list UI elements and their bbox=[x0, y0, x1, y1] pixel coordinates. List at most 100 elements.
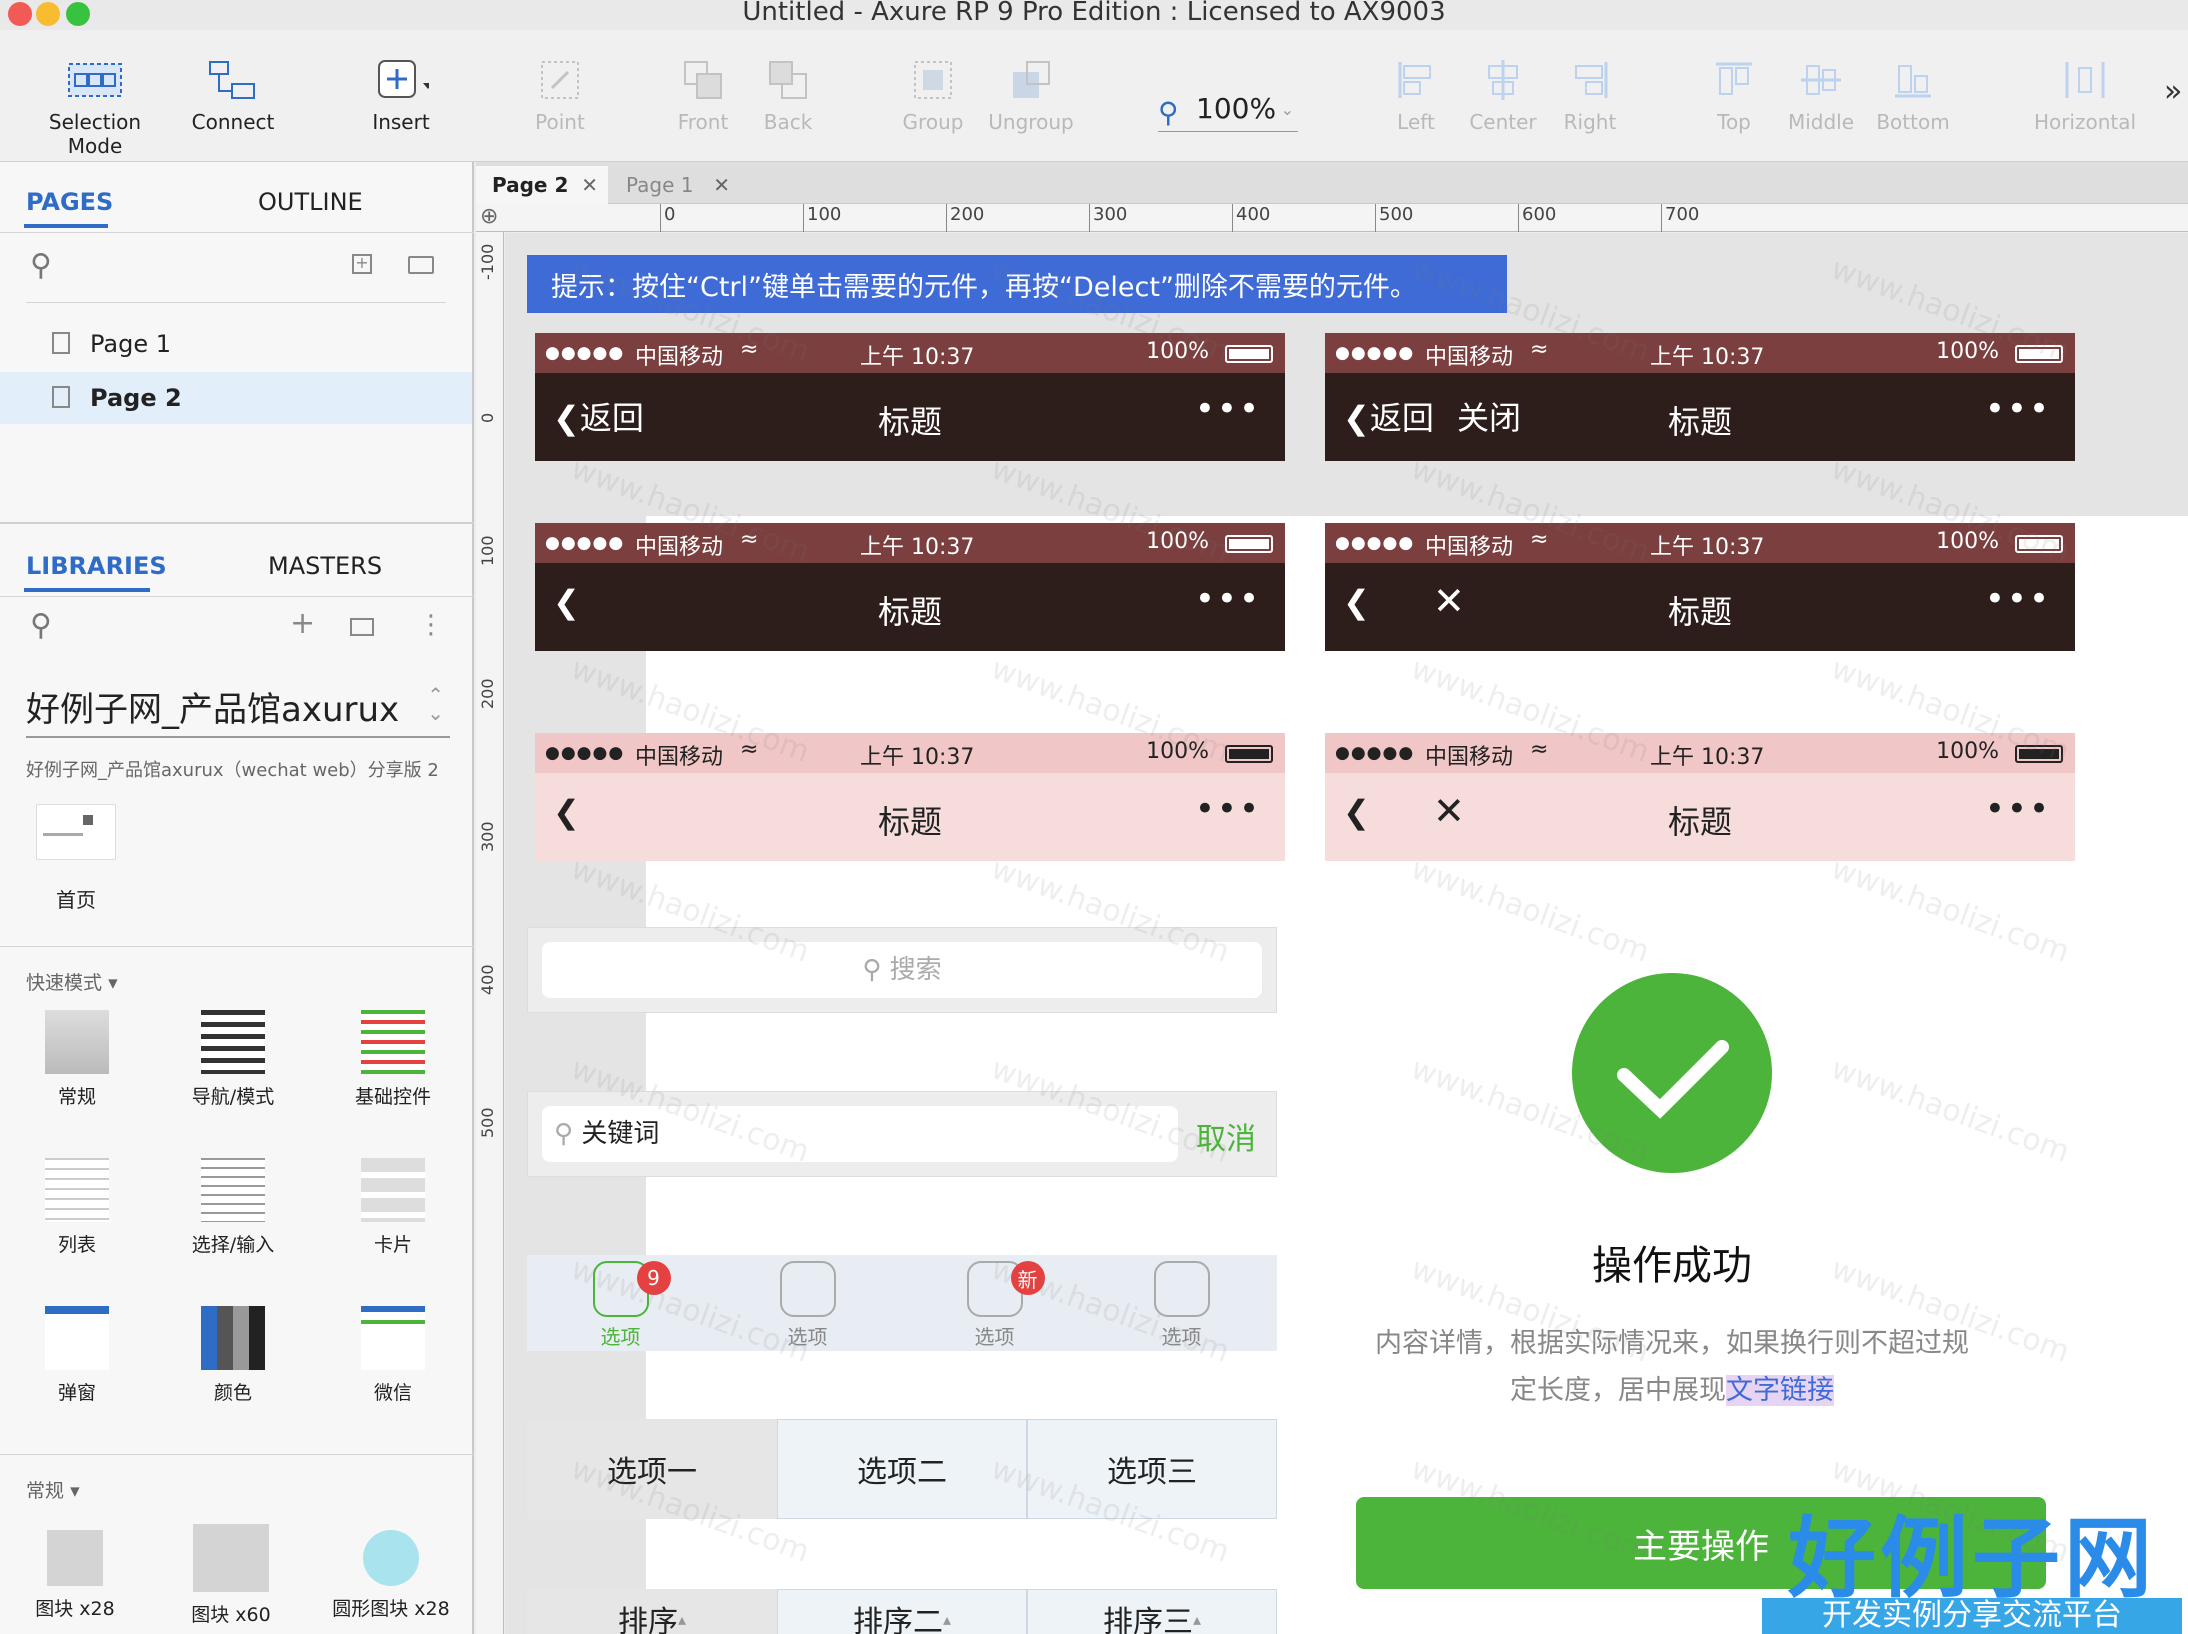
more-icon[interactable]: ••• bbox=[1195, 389, 1261, 429]
tab-outline[interactable]: OUTLINE bbox=[258, 188, 363, 216]
selection-mode-button[interactable]: Selection Mode bbox=[20, 56, 170, 158]
page-item-page-2[interactable]: Page 2 bbox=[0, 372, 472, 424]
lib-item-circle-28[interactable]: 圆形图块 x28 bbox=[316, 1530, 466, 1621]
point-button[interactable]: Point bbox=[485, 56, 635, 134]
status-bar: ●●●●● 中国移动 ≈ 上午 10:37 100% bbox=[535, 733, 1285, 773]
search-bar-placeholder[interactable]: ⚲ 搜索 bbox=[527, 927, 1277, 1013]
lib-item-card[interactable]: 卡片 bbox=[318, 1158, 468, 1257]
page-label: Page 1 bbox=[90, 330, 171, 358]
more-icon[interactable]: ••• bbox=[1195, 579, 1261, 619]
add-folder-icon[interactable] bbox=[408, 256, 434, 274]
navbar-light-chevron-more[interactable]: ●●●●● 中国移动 ≈ 上午 10:37 100% ❮ 标题 ••• bbox=[535, 733, 1285, 861]
primary-action-label: 主要操作 bbox=[1633, 1526, 1769, 1567]
search-input[interactable]: ⚲ 关键词 bbox=[542, 1106, 1178, 1162]
sort-2[interactable]: 排序二 ▴ bbox=[777, 1589, 1027, 1634]
library-name: 好例子网_产品馆axurux bbox=[26, 690, 400, 730]
navbar-chevron-close-more[interactable]: ●●●●● 中国移动 ≈ 上午 10:37 100% ❮ ✕ 标题 ••• bbox=[1325, 523, 2075, 651]
more-icon[interactable]: ••• bbox=[1985, 579, 2051, 619]
general-header[interactable]: 常规 ▾ bbox=[26, 1476, 80, 1503]
insert-button[interactable]: Insert bbox=[326, 56, 476, 134]
segment-1[interactable]: 选项一 bbox=[527, 1419, 777, 1519]
tab-item-4[interactable]: 选项 bbox=[1088, 1255, 1275, 1350]
more-icon[interactable]: ••• bbox=[1195, 789, 1261, 829]
battery-label: 100% bbox=[1146, 339, 1209, 364]
cancel-button[interactable]: 取消 bbox=[1196, 1114, 1256, 1158]
tab-page-1[interactable]: Page 1 ✕ bbox=[610, 166, 740, 204]
tab-item-2[interactable]: 选项 bbox=[714, 1255, 901, 1350]
toolbar-label: Connect bbox=[191, 110, 275, 134]
tab-item-1[interactable]: 9 选项 bbox=[527, 1255, 714, 1350]
library-description: 好例子网_产品馆axurux（wechat web）分享版 2 bbox=[26, 760, 439, 781]
lib-item-nav[interactable]: 导航/模式 bbox=[158, 1010, 308, 1109]
lib-thumbnail bbox=[201, 1010, 265, 1074]
title-bar: ❮返回 关闭 标题 ••• bbox=[1325, 373, 2075, 461]
battery-label: 100% bbox=[1936, 529, 1999, 554]
sort-3[interactable]: 排序三 ▴ bbox=[1027, 1589, 1277, 1634]
segment-2[interactable]: 选项二 bbox=[777, 1419, 1027, 1519]
hint-banner: 提示：按住“Ctrl”键单击需要的元件，再按“Delect”删除不需要的元件。 bbox=[527, 255, 1507, 313]
page-item-page-1[interactable]: Page 1 bbox=[0, 318, 472, 370]
text-link[interactable]: 文字链接 bbox=[1726, 1375, 1834, 1406]
time-label: 上午 10:37 bbox=[1650, 535, 1765, 560]
lib-item-list[interactable]: 列表 bbox=[2, 1158, 152, 1257]
tab-masters[interactable]: MASTERS bbox=[268, 552, 382, 580]
lib-item-general[interactable]: 常规 bbox=[2, 1010, 152, 1109]
navbar-chevron-more[interactable]: ●●●●● 中国移动 ≈ 上午 10:37 100% ❮ 标题 ••• bbox=[535, 523, 1285, 651]
battery-icon bbox=[1225, 745, 1273, 763]
tab-pages[interactable]: PAGES bbox=[26, 188, 113, 216]
search-icon[interactable]: ⚲ bbox=[30, 608, 52, 643]
left-panel: PAGES OUTLINE ⚲ + Page 1 Page 2 LIBRARIE… bbox=[0, 162, 474, 1634]
lib-thumbnail bbox=[361, 1010, 425, 1074]
library-copy-icon[interactable] bbox=[350, 618, 374, 636]
navbar-back-more[interactable]: ●●●●● 中国移动 ≈ 上午 10:37 100% ❮返回 标题 ••• bbox=[535, 333, 1285, 461]
lib-label: 图块 x28 bbox=[35, 1598, 115, 1620]
add-page-icon[interactable]: + bbox=[352, 254, 372, 274]
navbar-light-chevron-close-more[interactable]: ●●●●● 中国移动 ≈ 上午 10:37 100% ❮ ✕ 标题 ••• bbox=[1325, 733, 2075, 861]
close-icon[interactable]: ✕ bbox=[581, 173, 598, 197]
search-input[interactable]: ⚲ 搜索 bbox=[542, 942, 1262, 998]
add-library-icon[interactable]: + bbox=[290, 606, 315, 641]
design-canvas[interactable]: 提示：按住“Ctrl”键单击需要的元件，再按“Delect”删除不需要的元件。 … bbox=[505, 233, 2188, 1634]
align-right-button[interactable]: Right bbox=[1515, 56, 1665, 134]
back-button[interactable]: Back bbox=[713, 56, 863, 134]
time-label: 上午 10:37 bbox=[860, 345, 975, 370]
distribute-horizontal-button[interactable]: Horizontal bbox=[2010, 56, 2160, 134]
tab-item-3[interactable]: 新选项 bbox=[901, 1255, 1088, 1350]
home-thumbnail[interactable] bbox=[36, 804, 116, 860]
align-right-icon bbox=[1562, 56, 1618, 104]
lib-label: 列表 bbox=[57, 1234, 96, 1256]
search-icon[interactable]: ⚲ bbox=[30, 248, 52, 283]
lib-thumbnail bbox=[47, 1530, 103, 1586]
more-vertical-icon[interactable]: ⋮ bbox=[418, 610, 444, 640]
connect-button[interactable]: Connect bbox=[158, 56, 308, 134]
lib-item-popup[interactable]: 弹窗 bbox=[2, 1306, 152, 1405]
tab-page-2[interactable]: Page 2 ✕ bbox=[476, 166, 608, 204]
library-select[interactable]: 好例子网_产品馆axurux ⌃ ⌄ bbox=[26, 682, 450, 738]
time-label: 上午 10:37 bbox=[1650, 745, 1765, 770]
panel-splitter[interactable] bbox=[0, 522, 474, 524]
lib-item-block-28[interactable]: 图块 x28 bbox=[0, 1530, 150, 1621]
segment-3[interactable]: 选项三 bbox=[1027, 1419, 1277, 1519]
ungroup-button[interactable]: Ungroup bbox=[956, 56, 1106, 134]
search-bar-active[interactable]: ⚲ 关键词 取消 bbox=[527, 1091, 1277, 1177]
tab-libraries[interactable]: LIBRARIES bbox=[26, 552, 167, 580]
lib-item-select-input[interactable]: 选择/输入 bbox=[158, 1158, 308, 1257]
lib-item-basic[interactable]: 基础控件 bbox=[318, 1010, 468, 1109]
toolbar-label: Point bbox=[535, 110, 585, 134]
lib-thumbnail bbox=[363, 1530, 419, 1586]
close-icon[interactable]: ✕ bbox=[713, 173, 730, 197]
align-bottom-button[interactable]: Bottom bbox=[1838, 56, 1988, 134]
sort-1[interactable]: 排序 ▴ bbox=[527, 1589, 777, 1634]
carrier-label: 中国移动 bbox=[635, 345, 724, 370]
zoom-dropdown[interactable]: ⚲ 100% ⌄ bbox=[1158, 92, 1298, 132]
lib-item-wechat[interactable]: 微信 bbox=[318, 1306, 468, 1405]
quick-mode-header[interactable]: 快速模式 ▾ bbox=[26, 968, 118, 995]
lib-item-block-60[interactable]: 图块 x60 bbox=[156, 1524, 306, 1627]
more-icon[interactable]: ••• bbox=[1985, 789, 2051, 829]
lib-label: 图块 x60 bbox=[191, 1604, 271, 1626]
lib-item-color[interactable]: 颜色 bbox=[158, 1306, 308, 1405]
navbar-back-close-more[interactable]: ●●●●● 中国移动 ≈ 上午 10:37 100% ❮返回 关闭 标题 ••• bbox=[1325, 333, 2075, 461]
active-tab-underline bbox=[24, 588, 150, 592]
more-icon[interactable]: ••• bbox=[1985, 389, 2051, 429]
toolbar-overflow-button[interactable]: » bbox=[2164, 74, 2182, 109]
